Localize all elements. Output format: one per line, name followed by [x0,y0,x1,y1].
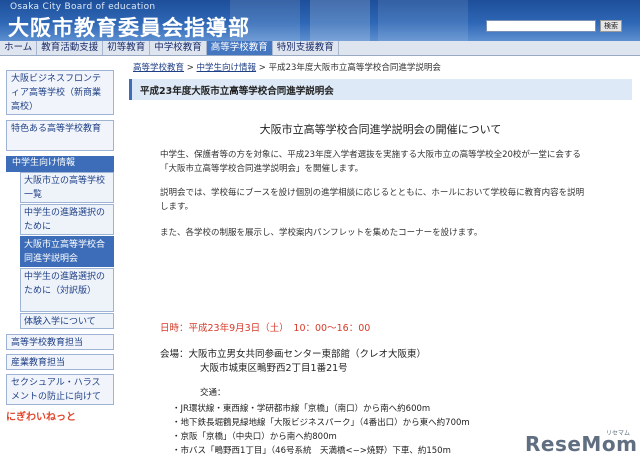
breadcrumb-link-high-school[interactable]: 高等学校教育 [133,63,184,73]
tab-junior-high-education[interactable]: 中学校教育 [150,41,207,55]
tab-high-school-education[interactable]: 高等学校教育 [206,41,273,55]
page-title-band: 平成23年度大阪市立高等学校合同進学説明会 [129,79,632,100]
page-title: 平成23年度大阪市立高等学校合同進学説明会 [140,86,334,97]
sidebar-item-industrial-education[interactable]: 産業教育担当 [6,354,114,370]
access-item: ・JR環状線・東西線・学研都市線「京橋」（南口）から南へ約600m [172,404,431,414]
breadcrumb-link-junior-high-info[interactable]: 中学生向け情報 [197,63,257,73]
tab-special-support-education[interactable]: 特別支援教育 [273,41,339,55]
sidebar: 大阪ビジネスフロンティア高等学校（新商業高校） 特色ある高等学校教育 中学生向け… [0,62,118,467]
intro-line: 「大阪市立高等学校合同進学説明会」を開催します。 [160,164,364,174]
nigiwai-net-banner[interactable]: にぎわいねっと [6,408,114,423]
site-header: Osaka City Board of education 大阪市教育委員会指導… [0,0,640,41]
sidebar-item-career-choice[interactable]: 中学生の進路選択のために [20,204,114,235]
event-venue: 会場：大阪市立男女共同参画センター東部館（クレオ大阪東） [160,349,427,360]
sidebar-item-joint-briefing[interactable]: 大阪市立高等学校合同進学説明会 [20,236,114,267]
site-english-title: Osaka City Board of education [10,2,156,12]
resemom-watermark-small: リセマム [606,430,631,437]
site-title[interactable]: 大阪市教育委員会指導部 [8,12,250,41]
global-nav: ホーム 教育活動支援 初等教育 中学校教育 高等学校教育 特別支援教育 [0,41,640,56]
header-building-graphic [310,0,370,41]
event-date: 日時：平成23年9月3日（土） 10：00〜16：00 [160,323,371,334]
briefing-line: します。 [160,202,194,212]
intro-line: 中学生、保護者等の方を対象に、平成23年度入学者選抜を実施する大阪市立の高等学校… [160,150,581,160]
briefing-line: 説明会では、学校毎にブースを設け個別の進学相談に応じるとともに、ホールにおいて学… [160,188,585,198]
breadcrumb-separator: > [258,63,266,73]
event-address: 大阪市城東区鴫野西2丁目1番21号 [200,363,348,374]
main-heading: 大阪市立高等学校合同進学説明会の開催について [259,123,502,136]
search-button[interactable]: 検索 [600,20,622,32]
access-item: ・市バス「鴫野西1丁目」（46号系統 天満橋<−>焼野）下車、約150m [172,446,451,456]
sidebar-item-business-frontier[interactable]: 大阪ビジネスフロンティア高等学校（新商業高校） [6,70,114,115]
breadcrumb-separator: > [186,63,194,73]
breadcrumb: 高等学校教育 > 中学生向け情報 > 平成23年度大阪市立高等学校合同進学説明会 [133,61,441,73]
intro-paragraph: 中学生、保護者等の方を対象に、平成23年度入学者選抜を実施する大阪市立の高等学校… [160,148,630,176]
tab-primary-education[interactable]: 初等教育 [103,41,151,55]
search-input[interactable] [486,20,596,32]
sidebar-section-junior-high-info[interactable]: 中学生向け情報 [6,156,114,172]
sidebar-item-harassment-prevention[interactable]: セクシュアル・ハラスメントの防止に向けて [6,374,114,405]
access-item: ・地下鉄長堀鶴見緑地線「大阪ビジネスパーク」（4番出口）から東へ約700m [172,418,470,428]
sidebar-item-career-choice-translated[interactable]: 中学生の進路選択のために（対訳版） [20,268,114,312]
tab-education-support[interactable]: 教育活動支援 [37,41,104,55]
access-item: ・京阪「京橋」（中央口）から南へ約800m [172,432,337,442]
briefing-paragraph: 説明会では、学校毎にブースを設け個別の進学相談に応じるとともに、ホールにおいて学… [160,186,630,214]
access-heading: 交通： [200,388,226,398]
sidebar-item-featured-high-school[interactable]: 特色ある高等学校教育 [6,120,114,151]
sidebar-item-high-school-staff[interactable]: 高等学校教育担当 [6,334,114,350]
breadcrumb-current: 平成23年度大阪市立高等学校合同進学説明会 [268,63,441,73]
header-building-graphic [378,0,468,41]
sidebar-item-trial-admission[interactable]: 体験入学について [20,313,114,329]
tab-home[interactable]: ホーム [0,41,38,55]
uniform-paragraph: また、各学校の制服を展示し、学校案内パンフレットを集めたコーナーを設けます。 [160,228,483,238]
sidebar-item-school-list[interactable]: 大阪市立の高等学校一覧 [20,172,114,203]
